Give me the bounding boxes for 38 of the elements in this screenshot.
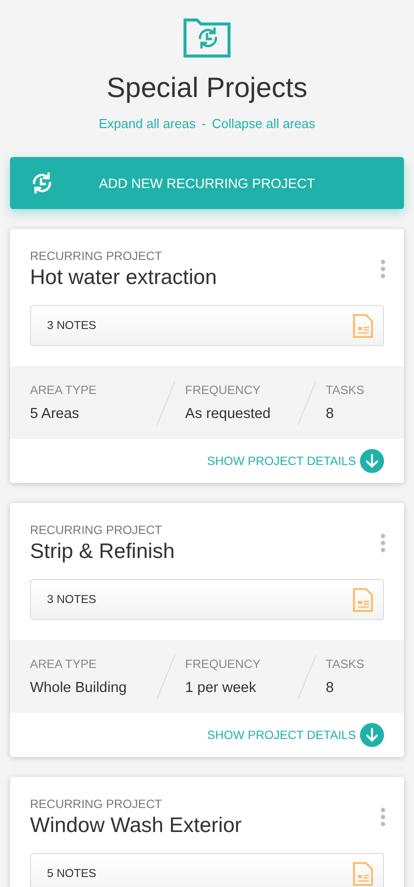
link-separator: - [202, 116, 206, 131]
clock-refresh-icon [30, 171, 54, 195]
project-label: RECURRING PROJECT [30, 523, 164, 537]
more-icon[interactable] [380, 533, 386, 553]
more-icon[interactable] [380, 259, 386, 279]
notes-bar[interactable]: 5 NOTES [30, 853, 384, 887]
document-icon [353, 862, 373, 886]
stat-label: TASKS [326, 657, 364, 671]
stat-value: 8 [326, 406, 335, 422]
add-project-button[interactable]: ADD NEW RECURRING PROJECT [10, 157, 404, 209]
project-title: Window Wash Exterior [30, 814, 243, 838]
document-icon [353, 314, 373, 338]
show-details-link[interactable]: SHOW PROJECT DETAILS [207, 454, 356, 468]
folder-clock-icon [183, 18, 231, 58]
project-title: Hot water extraction [30, 266, 218, 290]
notes-bar[interactable]: 3 NOTES [30, 305, 384, 346]
stat-value: 5 Areas [30, 406, 80, 422]
collapse-link[interactable]: Collapse all areas [212, 116, 316, 131]
arrow-down-icon[interactable] [360, 723, 384, 747]
document-icon [353, 588, 373, 612]
stat-value: As requested [185, 406, 271, 422]
stat-label: TASKS [326, 383, 364, 397]
stat-value: Whole Building [30, 680, 127, 696]
show-details-link[interactable]: SHOW PROJECT DETAILS [207, 728, 356, 742]
page-title: Special Projects [106, 72, 308, 104]
stat-label: FREQUENCY [185, 383, 262, 397]
stat-label: AREA TYPE [30, 657, 98, 671]
stat-label: AREA TYPE [30, 383, 96, 397]
arrow-down-icon[interactable] [360, 449, 384, 473]
project-label: RECURRING PROJECT [30, 797, 164, 811]
project-title: Strip & Refinish [30, 540, 176, 564]
project-label: RECURRING PROJECT [30, 249, 164, 263]
notes-bar[interactable]: 3 NOTES [30, 579, 384, 620]
more-icon[interactable] [380, 807, 386, 827]
stat-value: 1 per week [185, 680, 258, 696]
stat-value: 8 [326, 680, 335, 696]
expand-link[interactable]: Expand all areas [98, 116, 196, 131]
stat-label: FREQUENCY [185, 657, 261, 671]
